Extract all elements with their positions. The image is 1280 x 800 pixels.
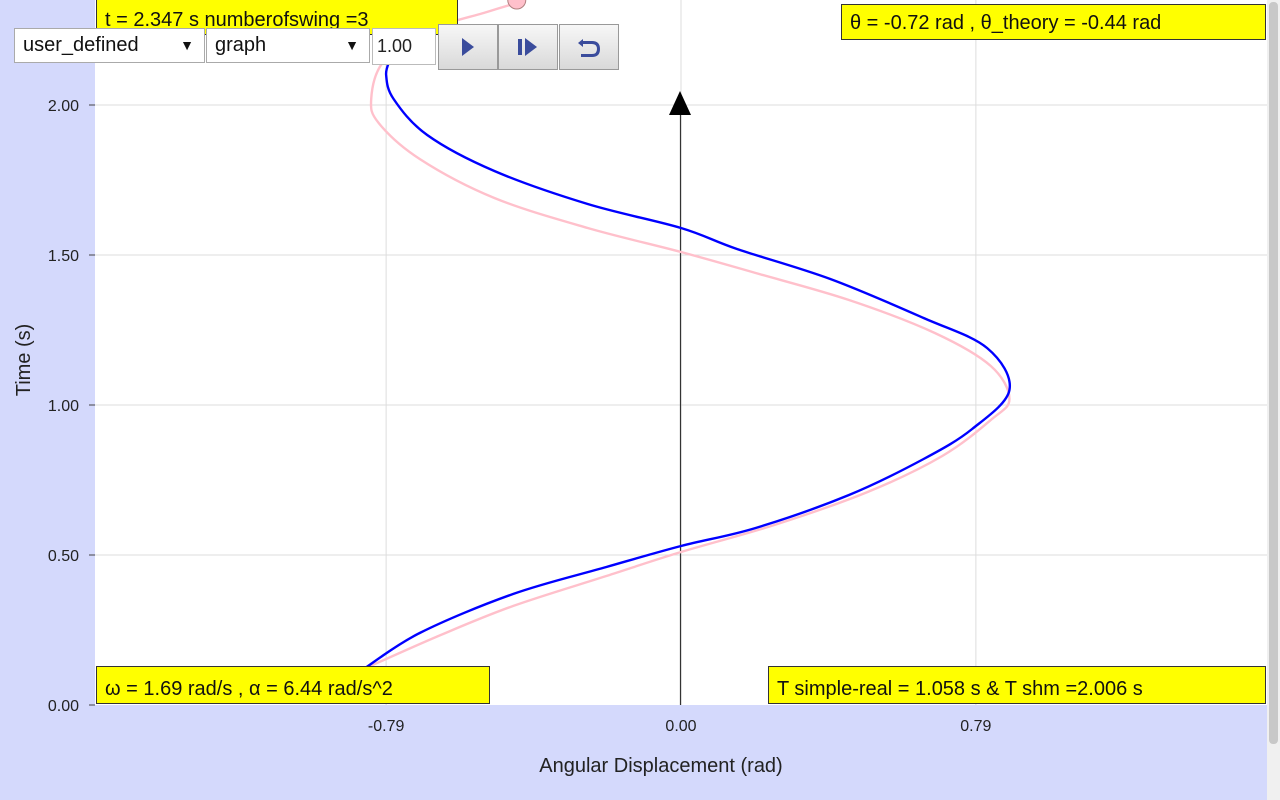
y-axis-title: Time (s): [13, 324, 35, 397]
mode-select[interactable]: user_defined ▼: [14, 28, 205, 63]
mode-select-value: user_defined: [23, 34, 139, 56]
y-tick-label: 0.50: [48, 548, 79, 565]
view-select-value: graph: [215, 34, 267, 56]
current-point-marker: [507, 0, 527, 10]
chevron-down-icon: ▼: [180, 37, 194, 53]
y-tick-label: 0.00: [48, 698, 79, 715]
simulated-series-line: [363, 59, 1011, 671]
x-tick-label: 0.79: [960, 718, 991, 735]
x-tick-label: 0.00: [665, 718, 696, 735]
reset-button[interactable]: [559, 24, 619, 70]
reset-icon: [578, 39, 600, 57]
x-tick-label: -0.79: [368, 718, 405, 735]
scrollbar-thumb[interactable]: [1269, 2, 1278, 744]
y-tick-label: 2.00: [48, 98, 79, 115]
step-forward-icon: [518, 38, 537, 56]
y-tick-label: 1.50: [48, 248, 79, 265]
view-select[interactable]: graph ▼: [206, 28, 370, 63]
x-axis-title: Angular Displacement (rad): [539, 755, 782, 777]
play-icon: [462, 38, 474, 56]
theory-series-line: [363, 1, 1011, 671]
speed-input[interactable]: [372, 28, 436, 65]
vertical-axis-arrowhead: [669, 91, 691, 115]
vertical-scrollbar[interactable]: [1267, 0, 1280, 800]
play-button[interactable]: [438, 24, 498, 70]
chevron-down-icon: ▼: [345, 37, 359, 53]
period-readout: T simple-real = 1.058 s & T shm =2.006 s: [768, 666, 1266, 704]
step-forward-button[interactable]: [498, 24, 558, 70]
y-tick-label: 1.00: [48, 398, 79, 415]
angle-readout: θ = -0.72 rad , θ_theory = -0.44 rad: [841, 4, 1266, 40]
angular-velocity-readout: ω = 1.69 rad/s , α = 6.44 rad/s^2: [96, 666, 490, 704]
